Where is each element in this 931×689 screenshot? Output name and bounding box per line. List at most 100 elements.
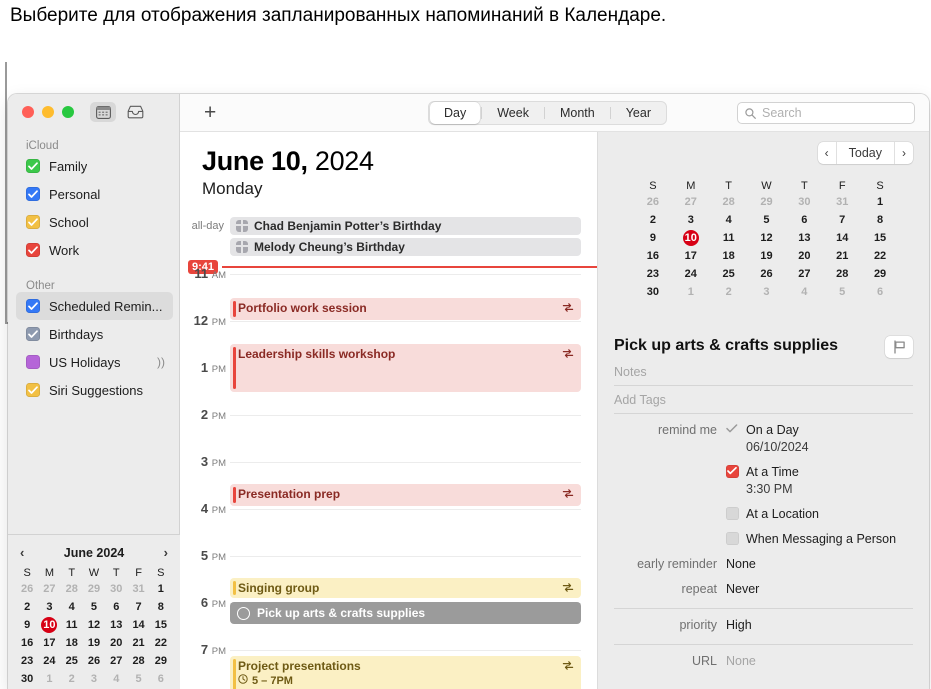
mini-calendar-day[interactable]: 3 — [748, 284, 786, 300]
mini-calendar-day[interactable]: 30 — [105, 581, 127, 597]
add-event-button[interactable]: + — [204, 102, 216, 123]
calendar-event[interactable]: Singing group — [230, 578, 581, 598]
tab-year[interactable]: Year — [612, 102, 665, 124]
view-segmented-control[interactable]: Day Week Month Year — [428, 101, 667, 125]
on-a-day-option[interactable]: On a Day — [726, 422, 809, 439]
early-reminder-value[interactable]: None — [726, 556, 756, 573]
tab-day[interactable]: Day — [430, 102, 481, 124]
reminder-row[interactable]: Pick up arts & crafts supplies — [230, 602, 581, 624]
mini-calendar-day[interactable]: 25 — [710, 266, 748, 282]
mini-calendar-day[interactable]: 19 — [83, 635, 105, 651]
on-a-day-value[interactable]: 06/10/2024 — [746, 439, 809, 456]
calendar-event[interactable]: Portfolio work session — [230, 298, 581, 320]
checkbox-at-a-location[interactable] — [726, 507, 739, 520]
mini-calendar-day[interactable]: 28 — [823, 266, 861, 282]
mini-calendar-day[interactable]: 29 — [748, 194, 786, 210]
repeat-value[interactable]: Never — [726, 581, 759, 598]
sidebar-item-school[interactable]: School — [8, 208, 179, 236]
all-day-event[interactable]: Melody Cheung’s Birthday — [230, 237, 581, 256]
mini-calendar-day[interactable]: 2 — [16, 599, 38, 615]
mini-calendar-day[interactable]: 22 — [150, 635, 172, 651]
mini-calendar-day[interactable]: 10 — [41, 617, 58, 633]
mini-calendar-day[interactable]: 29 — [83, 581, 105, 597]
calendar-event[interactable]: Presentation prep — [230, 484, 581, 506]
mini-calendar-day[interactable]: 5 — [748, 212, 786, 228]
mini-calendar-day[interactable]: 15 — [150, 617, 172, 633]
mini-calendar-day[interactable]: 8 — [861, 212, 899, 228]
mini-calendar-day[interactable]: 26 — [16, 581, 38, 597]
mini-calendar-day[interactable]: 24 — [38, 653, 60, 669]
mini-calendar-day[interactable]: 28 — [710, 194, 748, 210]
mini-calendar-day[interactable]: 7 — [127, 599, 149, 615]
close-button[interactable] — [22, 106, 34, 118]
at-a-time-value[interactable]: 3:30 PM — [746, 481, 799, 498]
all-day-row[interactable]: all-day Chad Benjamin Potter’s Birthday — [180, 216, 597, 235]
mini-calendar-day[interactable]: 12 — [83, 617, 105, 633]
mini-calendar-day[interactable]: 12 — [748, 230, 786, 246]
mini-calendar-day[interactable]: 27 — [38, 581, 60, 597]
mini-calendar-day[interactable]: 22 — [861, 248, 899, 264]
sidebar-item-siri-suggestions[interactable]: Siri Suggestions — [8, 376, 179, 404]
all-day-row[interactable]: Melody Cheung’s Birthday — [180, 237, 597, 256]
mini-calendar-day[interactable]: 26 — [83, 653, 105, 669]
checkbox-work[interactable] — [26, 243, 40, 257]
mini-calendar-day[interactable]: 6 — [150, 671, 172, 687]
mini-calendar-day[interactable]: 17 — [38, 635, 60, 651]
mini-calendar-days[interactable]: 26 27 28 29 30 31 1 2 3 4 5 6 7 8 9 10 11 12 13 14 15 16 17 18 1… — [634, 194, 899, 300]
sidebar-item-us-holidays[interactable]: US Holidays )) — [8, 348, 179, 376]
mini-calendar-day[interactable]: 1 — [672, 284, 710, 300]
checkbox-siri-suggestions[interactable] — [26, 383, 40, 397]
sidebar-item-work[interactable]: Work — [8, 236, 179, 264]
checkbox-personal[interactable] — [26, 187, 40, 201]
mini-calendar-prev-button[interactable]: ‹ — [16, 545, 28, 560]
mini-calendar-day[interactable]: 11 — [710, 230, 748, 246]
mini-calendar-day[interactable]: 9 — [634, 230, 672, 246]
calendar-event[interactable]: Project presentations 5 – 7PM — [230, 656, 581, 689]
mini-calendar-day[interactable]: 2 — [634, 212, 672, 228]
inbox-icon[interactable] — [122, 102, 148, 122]
mini-calendar-day[interactable]: 6 — [785, 212, 823, 228]
mini-calendar-day[interactable]: 19 — [748, 248, 786, 264]
mini-calendar-day[interactable]: 14 — [823, 230, 861, 246]
when-messaging-option[interactable]: When Messaging a Person — [726, 531, 896, 548]
all-day-event[interactable]: Chad Benjamin Potter’s Birthday — [230, 216, 581, 235]
mini-calendar-day[interactable]: 13 — [105, 617, 127, 633]
checkbox-scheduled-reminders[interactable] — [26, 299, 40, 313]
priority-value[interactable]: High — [726, 617, 752, 634]
today-button[interactable]: Today — [835, 142, 895, 164]
mini-calendar-day[interactable]: 30 — [16, 671, 38, 687]
mini-calendar-day[interactable]: 17 — [672, 248, 710, 264]
mini-calendar-day[interactable]: 4 — [105, 671, 127, 687]
mini-calendar-day[interactable]: 20 — [105, 635, 127, 651]
sidebar-item-personal[interactable]: Personal — [8, 180, 179, 208]
mini-calendar-day[interactable]: 18 — [710, 248, 748, 264]
checkbox-family[interactable] — [26, 159, 40, 173]
checkbox-us-holidays[interactable] — [26, 355, 40, 369]
at-a-time-option[interactable]: At a Time — [726, 464, 799, 481]
mini-calendar-day[interactable]: 3 — [83, 671, 105, 687]
mini-calendar-day[interactable]: 6 — [105, 599, 127, 615]
mini-calendar-day[interactable]: 21 — [823, 248, 861, 264]
checkbox-birthdays[interactable] — [26, 327, 40, 341]
url-value[interactable]: None — [726, 653, 756, 670]
mini-calendar-day[interactable]: 29 — [861, 266, 899, 282]
minimize-button[interactable] — [42, 106, 54, 118]
zoom-button[interactable] — [62, 106, 74, 118]
window-controls[interactable] — [22, 106, 74, 118]
checkbox-on-a-day[interactable] — [726, 423, 739, 436]
mini-calendar-day[interactable]: 30 — [634, 284, 672, 300]
mini-calendar-day[interactable]: 28 — [61, 581, 83, 597]
at-a-location-option[interactable]: At a Location — [726, 506, 819, 523]
mini-calendar-day[interactable]: 16 — [634, 248, 672, 264]
mini-calendar-day[interactable]: 4 — [710, 212, 748, 228]
mini-calendar-day[interactable]: 9 — [16, 617, 38, 633]
mini-calendar-day[interactable]: 21 — [127, 635, 149, 651]
mini-calendar-day[interactable]: 6 — [861, 284, 899, 300]
calendar-event[interactable]: Leadership skills workshop — [230, 344, 581, 392]
mini-calendar-day[interactable]: 26 — [634, 194, 672, 210]
calendar-view-icon[interactable] — [90, 102, 116, 122]
mini-calendar-day[interactable]: 18 — [61, 635, 83, 651]
mini-calendar-day[interactable]: 28 — [127, 653, 149, 669]
mini-calendar-grid[interactable]: S M T W T F S — [16, 565, 172, 581]
mini-calendar-days[interactable]: 26 27 28 29 30 31 1 2 3 4 5 6 7 8 9 10 11 12 13 14 15 16 17 18 1… — [16, 581, 172, 687]
